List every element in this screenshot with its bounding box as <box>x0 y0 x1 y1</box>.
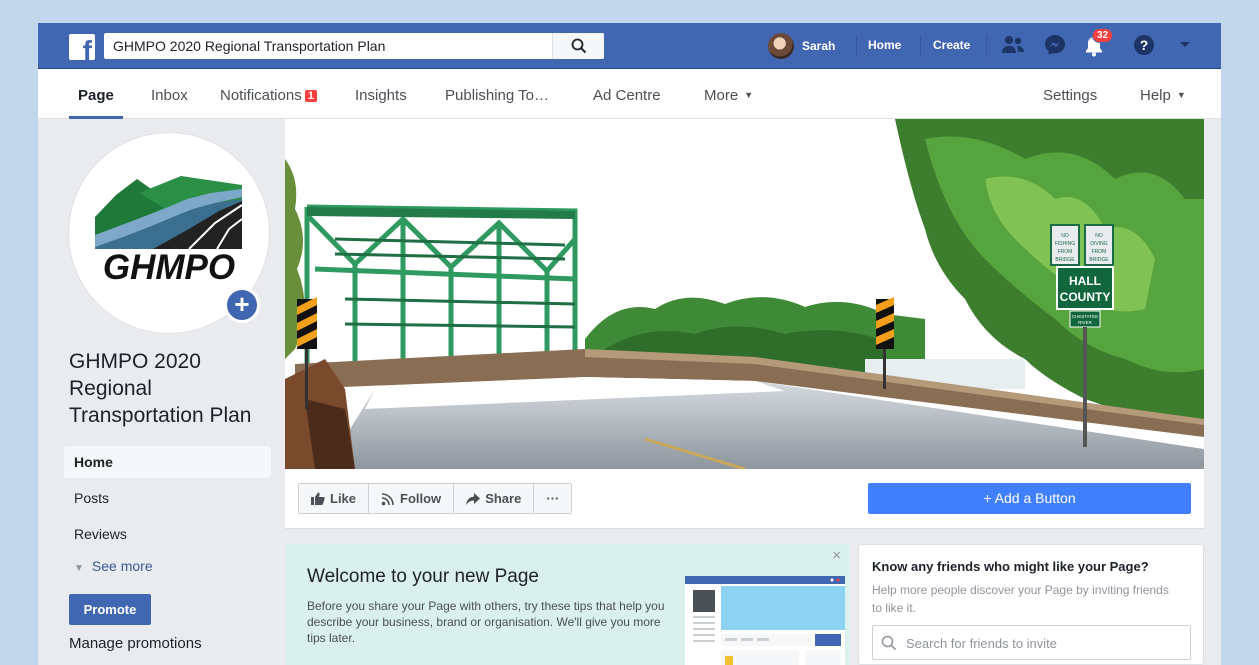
manage-promotions-link[interactable]: Manage promotions <box>69 635 202 652</box>
tab-inbox[interactable]: Inbox <box>151 87 188 104</box>
divider <box>920 35 921 57</box>
help-icon[interactable]: ? <box>1133 34 1155 56</box>
sidebar-item-posts[interactable]: Posts <box>64 482 271 514</box>
caret-down-icon: ▼ <box>1176 90 1186 100</box>
add-a-button[interactable]: + Add a Button <box>868 483 1191 514</box>
promote-button[interactable]: Promote <box>69 594 151 625</box>
caret-down-icon: ▼ <box>744 90 754 100</box>
notifications-badge: 1 <box>304 90 317 102</box>
page-preview-illustration <box>685 576 845 665</box>
create-link[interactable]: Create <box>933 38 970 52</box>
home-link[interactable]: Home <box>868 38 901 52</box>
cover-photo[interactable]: NO FISHING FROM BRIDGE NO DIVING FROM BR… <box>285 119 1204 469</box>
svg-text:RIVER: RIVER <box>1078 320 1093 325</box>
like-button[interactable]: Like <box>299 484 370 513</box>
search-button[interactable] <box>552 33 604 59</box>
sidebar-item-reviews[interactable]: Reviews <box>64 518 271 550</box>
tab-ad-centre[interactable]: Ad Centre <box>593 87 661 104</box>
more-actions-button[interactable]: ··· <box>534 484 571 513</box>
share-button[interactable]: Share <box>454 484 535 513</box>
facebook-logo-icon[interactable]: f <box>69 34 95 60</box>
svg-text:DIVING: DIVING <box>1090 241 1107 247</box>
triangle-down-icon: ▼ <box>74 563 84 574</box>
cover-bridge-image: NO FISHING FROM BRIDGE NO DIVING FROM BR… <box>285 119 1204 469</box>
page-tabs: Page Inbox Notifications 1 Insights Publi… <box>38 69 1221 119</box>
svg-text:COUNTY: COUNTY <box>1060 290 1111 304</box>
tab-settings[interactable]: Settings <box>1043 87 1097 104</box>
notifications-count-badge: 32 <box>1092 28 1114 43</box>
sidebar-item-home[interactable]: Home <box>64 446 271 478</box>
invite-friends-subtitle: Help more people discover your Page by i… <box>872 583 1169 615</box>
divider <box>856 35 857 57</box>
friend-requests-icon[interactable] <box>1001 34 1025 56</box>
search-input[interactable]: GHMPO 2020 Regional Transportation Plan <box>113 38 385 54</box>
tab-help-label: Help <box>1140 87 1171 104</box>
share-label: Share <box>485 491 522 506</box>
invite-friends-title: Know any friends who might like your Pag… <box>872 559 1149 574</box>
tab-help[interactable]: Help ▼ <box>1140 87 1186 104</box>
profile-name: Sarah <box>802 39 836 53</box>
like-label: Like <box>330 491 357 506</box>
account-menu-chevron-down-icon[interactable] <box>1179 41 1191 49</box>
see-more-label: See more <box>91 558 153 574</box>
svg-text:?: ? <box>1140 37 1149 53</box>
tab-more[interactable]: More ▼ <box>704 87 753 104</box>
invite-friends-card: Know any friends who might like your Pag… <box>858 544 1204 665</box>
search-bar[interactable]: GHMPO 2020 Regional Transportation Plan <box>104 33 604 59</box>
tab-more-label: More <box>704 87 739 104</box>
search-icon <box>881 635 897 651</box>
facebook-window: f GHMPO 2020 Regional Transportation Pla… <box>38 23 1221 665</box>
invite-friends-placeholder: Search for friends to invite <box>906 636 1058 651</box>
svg-text:CHESTATEE: CHESTATEE <box>1072 314 1098 319</box>
svg-text:FROM: FROM <box>1092 249 1107 255</box>
search-icon <box>571 38 587 54</box>
messenger-icon[interactable] <box>1044 34 1066 56</box>
svg-text:NO: NO <box>1095 233 1103 239</box>
welcome-body: Before you share your Page with others, … <box>307 599 665 645</box>
divider <box>986 35 987 57</box>
close-icon[interactable]: × <box>832 547 841 564</box>
svg-text:HALL: HALL <box>1069 274 1101 288</box>
tab-insights[interactable]: Insights <box>355 87 407 104</box>
page-title: GHMPO 2020 Regional Transportation Plan <box>69 350 252 427</box>
tab-publishing-tools[interactable]: Publishing To… <box>445 87 549 104</box>
active-tab-indicator <box>69 116 123 119</box>
svg-text:FROM: FROM <box>1058 249 1073 255</box>
svg-text:BRIDGE: BRIDGE <box>1089 257 1109 263</box>
svg-text:NO: NO <box>1061 233 1069 239</box>
svg-text:FISHING: FISHING <box>1055 241 1075 247</box>
tab-page[interactable]: Page <box>78 87 114 104</box>
invite-friends-search-input[interactable]: Search for friends to invite <box>872 625 1191 660</box>
follow-label: Follow <box>400 491 442 506</box>
thumbs-up-icon <box>311 492 325 505</box>
tab-notifications[interactable]: Notifications 1 <box>220 87 317 104</box>
rss-follow-icon <box>381 492 394 505</box>
profile-link[interactable]: Sarah <box>768 33 835 59</box>
add-profile-photo-button[interactable]: + <box>224 287 260 323</box>
share-arrow-icon <box>466 492 481 505</box>
follow-button[interactable]: Follow <box>369 484 455 513</box>
top-bar: f GHMPO 2020 Regional Transportation Pla… <box>38 23 1221 69</box>
welcome-title: Welcome to your new Page <box>307 566 539 587</box>
page-action-bar: Like Follow Share ··· + Add a Button <box>285 469 1204 529</box>
tab-notifications-label: Notifications <box>220 87 302 104</box>
avatar <box>768 33 794 59</box>
svg-text:BRIDGE: BRIDGE <box>1055 257 1075 263</box>
page-actions-group: Like Follow Share ··· <box>298 483 573 514</box>
welcome-card: Welcome to your new Page Before you shar… <box>285 544 849 665</box>
logo-text: GHMPO <box>103 248 235 287</box>
see-more-link[interactable]: ▼ See more <box>74 558 153 574</box>
